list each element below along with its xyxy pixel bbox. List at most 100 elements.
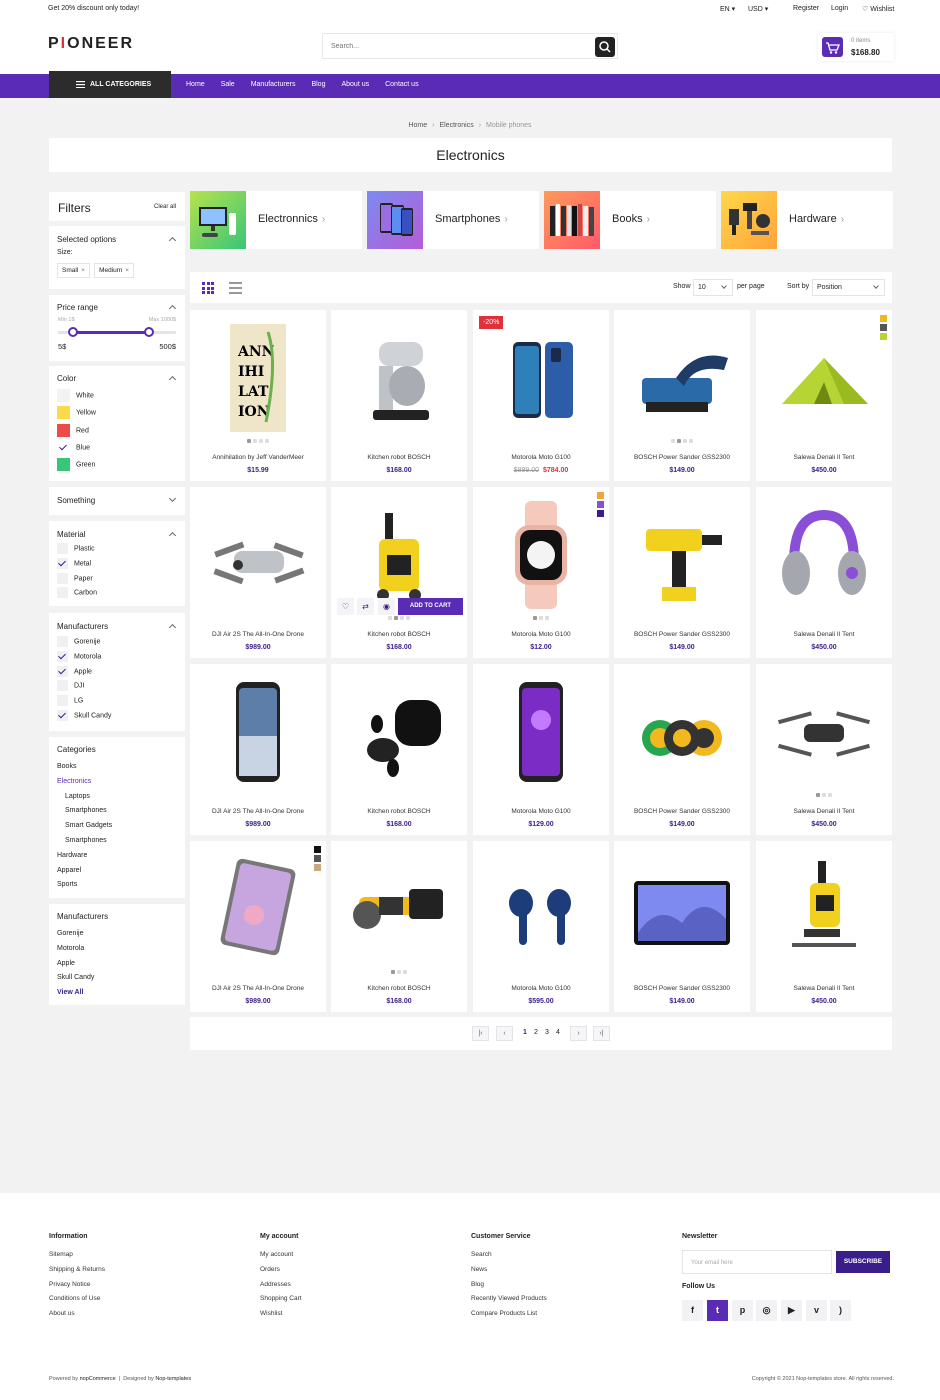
category-card-hardware[interactable]: Hardware › <box>721 191 893 249</box>
product-name[interactable]: DJI Air 2S The All-In-One Drone <box>190 631 326 638</box>
product-card[interactable]: DJI Air 2S The All-In-One Drone $989.00 <box>190 841 326 1012</box>
nav-blog[interactable]: Blog <box>311 81 325 88</box>
color-option[interactable]: Blue <box>57 440 90 454</box>
login-link[interactable]: Login <box>831 5 848 12</box>
language-select[interactable]: EN ▾ <box>720 5 735 13</box>
next-page-button[interactable]: › <box>570 1026 587 1041</box>
product-name[interactable]: Motorola Moto G100 <box>473 808 609 815</box>
category-link[interactable]: Laptops <box>65 793 90 800</box>
chevron-up-icon[interactable] <box>168 531 177 540</box>
footer-link[interactable]: My account <box>260 1251 293 1258</box>
product-image[interactable] <box>632 322 732 432</box>
product-name[interactable]: Motorola Moto G100 <box>473 631 609 638</box>
footer-link[interactable]: Conditions of Use <box>49 1295 100 1302</box>
category-link[interactable]: Smartphones <box>65 807 107 814</box>
image-carousel-dots[interactable] <box>190 439 326 443</box>
first-page-button[interactable]: |‹ <box>472 1026 489 1041</box>
checkbox[interactable] <box>57 557 68 569</box>
product-card[interactable]: Salewa Denali II Tent $450.00 <box>756 841 892 1012</box>
product-image[interactable] <box>349 676 449 786</box>
product-name[interactable]: DJI Air 2S The All-In-One Drone <box>190 808 326 815</box>
manufacturer-option[interactable]: Skull Candy <box>57 710 111 722</box>
product-card[interactable]: BOSCH Power Sander GSS2300 $149.00 <box>614 841 750 1012</box>
product-image[interactable] <box>491 853 591 963</box>
sort-select[interactable]: Position <box>812 279 885 296</box>
nav-home[interactable]: Home <box>186 81 205 88</box>
manufacturer-link[interactable]: Gorenije <box>57 930 83 937</box>
product-image[interactable] <box>774 853 874 963</box>
logo[interactable]: PIONEER <box>48 35 134 53</box>
product-card[interactable]: BOSCH Power Sander GSS2300 $149.00 <box>614 664 750 835</box>
category-link[interactable]: Smartphones <box>65 837 107 844</box>
chevron-up-icon[interactable] <box>168 623 177 632</box>
product-card[interactable]: Motorola Moto G100 $129.00 <box>473 664 609 835</box>
material-option[interactable]: Paper <box>57 572 93 585</box>
product-name[interactable]: Motorola Moto G100 <box>473 985 609 992</box>
product-name[interactable]: BOSCH Power Sander GSS2300 <box>614 454 750 461</box>
product-image[interactable] <box>632 499 732 609</box>
page-size-select[interactable]: 10 <box>693 279 733 296</box>
product-card[interactable]: Kitchen robot BOSCH $168.00 <box>331 664 467 835</box>
category-link[interactable]: Smart Gadgets <box>65 822 112 829</box>
footer-link[interactable]: About us <box>49 1310 75 1317</box>
checkbox[interactable] <box>57 650 68 662</box>
register-link[interactable]: Register <box>793 5 819 12</box>
rss-icon[interactable]: ) <box>830 1300 851 1321</box>
product-card[interactable]: BOSCH Power Sander GSS2300 $149.00 <box>614 310 750 481</box>
category-card-books[interactable]: Books › <box>544 191 716 249</box>
tag-medium[interactable]: Medium × <box>94 263 134 278</box>
instagram-icon[interactable]: ◎ <box>756 1300 777 1321</box>
nav-manufacturers[interactable]: Manufacturers <box>251 81 296 88</box>
product-card[interactable]: Kitchen robot BOSCH $168.00 <box>331 841 467 1012</box>
nav-about[interactable]: About us <box>341 81 369 88</box>
product-name[interactable]: BOSCH Power Sander GSS2300 <box>614 985 750 992</box>
product-name[interactable]: Salewa Denali II Tent <box>756 985 892 992</box>
product-card[interactable]: DJI Air 2S The All-In-One Drone $989.00 <box>190 487 326 658</box>
product-card[interactable]: ♡ ⇄ ◉ ADD TO CART Kitchen robot BOSCH $168.00 <box>331 487 467 658</box>
product-name[interactable]: BOSCH Power Sander GSS2300 <box>614 808 750 815</box>
footer-link[interactable]: Compare Products List <box>471 1310 537 1317</box>
manufacturer-option[interactable]: Motorola <box>57 650 101 663</box>
checkbox[interactable] <box>57 587 68 599</box>
compare-icon[interactable]: ⇄ <box>357 598 374 615</box>
chevron-down-icon[interactable] <box>168 494 177 503</box>
youtube-icon[interactable]: ▶ <box>781 1300 802 1321</box>
product-image[interactable] <box>349 499 449 609</box>
breadcrumb-home[interactable]: Home <box>408 122 427 129</box>
product-card[interactable]: Salewa Denali II Tent $450.00 <box>756 310 892 481</box>
clear-all-link[interactable]: Clear all <box>154 204 176 210</box>
product-image[interactable]: ANN IHI LAT ION <box>208 322 308 432</box>
product-name[interactable]: Salewa Denali II Tent <box>756 454 892 461</box>
product-card[interactable]: ANN IHI LAT ION Annihilation by Jeff VanderM… <box>190 310 326 481</box>
category-card-smartphones[interactable]: Smartphones › <box>367 191 539 249</box>
manufacturer-option[interactable]: Apple <box>57 665 92 678</box>
product-image[interactable] <box>491 322 591 432</box>
page-1[interactable]: 1 <box>523 1029 527 1036</box>
material-option[interactable]: Carbon <box>57 587 97 599</box>
checkbox[interactable] <box>57 710 68 721</box>
footer-link[interactable]: Sitemap <box>49 1251 73 1258</box>
eye-icon[interactable]: ◉ <box>378 598 395 615</box>
manufacturer-link[interactable]: Skull Candy <box>57 974 94 981</box>
newsletter-email-input[interactable]: Your email here <box>682 1250 832 1274</box>
product-name[interactable]: BOSCH Power Sander GSS2300 <box>614 631 750 638</box>
prev-page-button[interactable]: ‹ <box>496 1026 513 1041</box>
product-image[interactable] <box>774 322 874 432</box>
product-image[interactable] <box>774 499 874 609</box>
product-image[interactable] <box>349 322 449 432</box>
product-image[interactable] <box>208 676 308 786</box>
currency-select[interactable]: USD ▾ <box>748 5 768 13</box>
material-option[interactable]: Plastic <box>57 543 95 555</box>
grid-view-icon[interactable] <box>202 282 214 294</box>
search-button[interactable] <box>595 37 615 57</box>
list-view-icon[interactable] <box>229 282 242 294</box>
footer-link[interactable]: Privacy Notice <box>49 1281 91 1288</box>
checkbox[interactable] <box>57 695 68 707</box>
twitter-icon[interactable]: t <box>707 1300 728 1321</box>
product-image[interactable] <box>632 853 732 963</box>
category-link[interactable]: Electronics <box>57 778 91 785</box>
checkbox[interactable] <box>57 636 68 647</box>
last-page-button[interactable]: ›| <box>593 1026 610 1041</box>
subscribe-button[interactable]: SUBSCRIBE <box>836 1251 890 1273</box>
footer-link[interactable]: Search <box>471 1251 492 1258</box>
